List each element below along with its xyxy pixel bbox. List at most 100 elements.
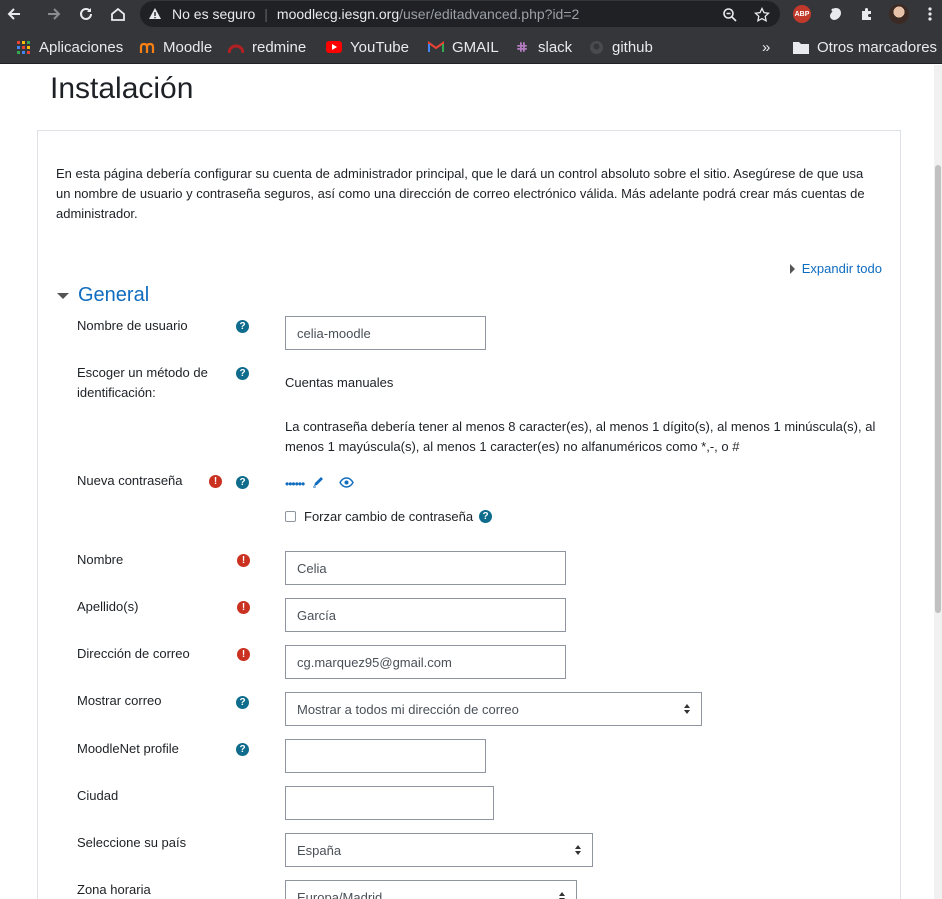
help-icon[interactable]: ? <box>479 510 493 523</box>
browser-toolbar: No es seguro | moodlecg.iesgn.org/user/e… <box>0 0 942 29</box>
profile-avatar[interactable] <box>889 4 909 24</box>
home-icon <box>111 7 125 21</box>
bookmark-label: GMAIL <box>452 38 499 56</box>
required-icon: ! <box>209 475 222 488</box>
username-input[interactable]: celia-moodle <box>285 316 486 350</box>
lastname-input[interactable]: García <box>285 598 566 632</box>
apps-grid-icon <box>15 39 31 55</box>
bookmark-moodle[interactable]: Moodle <box>139 37 212 57</box>
intro-text: En esta página debería configurar su cue… <box>56 166 865 221</box>
help-icon[interactable]: ? <box>236 476 249 489</box>
force-password-change-checkbox[interactable] <box>285 511 296 522</box>
folder-icon <box>793 39 809 55</box>
caret-down-icon <box>57 292 69 299</box>
city-input[interactable] <box>285 786 494 820</box>
other-bookmarks-folder[interactable]: Otros marcadores <box>793 37 937 57</box>
email-label: Dirección de correo <box>77 646 190 661</box>
timezone-label: Zona horaria <box>77 882 151 897</box>
lastname-label: Apellido(s) <box>77 599 139 614</box>
moodlenet-input[interactable] <box>285 739 486 773</box>
gnome-extension-icon[interactable] <box>825 4 845 24</box>
moodlenet-label: MoodleNet profile <box>77 741 179 756</box>
bookmark-slack[interactable]: slack <box>514 37 572 57</box>
firstname-label: Nombre <box>77 552 124 567</box>
section-general-toggle[interactable]: General <box>57 284 149 307</box>
new-password-label: Nueva contraseña <box>77 473 183 488</box>
force-password-change-label: Forzar cambio de contraseña <box>304 509 474 524</box>
bookmarks-bar: Aplicaciones Moodle redmine YouTube GMAI… <box>0 29 942 64</box>
moodle-icon <box>139 39 155 55</box>
bookmark-youtube[interactable]: YouTube <box>326 37 409 57</box>
pencil-edit-icon[interactable] <box>312 475 325 493</box>
address-bar[interactable]: No es seguro | moodlecg.iesgn.org/user/e… <box>140 1 780 27</box>
firstname-input[interactable]: Celia <box>285 551 566 585</box>
country-selected: España <box>297 842 342 858</box>
maildisplay-select[interactable]: Mostrar a todos mi dirección de correo <box>285 692 702 726</box>
eye-reveal-icon[interactable] <box>339 475 355 493</box>
reload-icon <box>80 7 92 20</box>
auth-method-value: Cuentas manuales <box>285 375 394 390</box>
email-input[interactable]: cg.marquez95@gmail.com <box>285 645 566 679</box>
password-masked-value: •••••• <box>285 477 305 491</box>
back-arrow-icon <box>7 8 20 20</box>
page-title: Instalación <box>50 72 194 105</box>
select-arrows-icon <box>575 845 581 855</box>
required-icon: ! <box>237 554 250 567</box>
extensions-puzzle-icon[interactable] <box>857 4 877 24</box>
required-icon: ! <box>237 601 250 614</box>
bookmark-label: slack <box>538 38 573 56</box>
select-arrows-icon <box>559 892 565 899</box>
redmine-icon <box>228 39 244 55</box>
bookmark-star-icon[interactable] <box>752 5 772 25</box>
zoom-icon[interactable] <box>720 5 740 25</box>
menu-kebab-icon[interactable] <box>920 4 940 24</box>
warning-icon[interactable] <box>146 5 164 23</box>
maildisplay-selected: Mostrar a todos mi dirección de correo <box>297 701 519 717</box>
expand-all-link[interactable]: Expandir todo <box>789 261 882 276</box>
auth-method-label: Escoger un método de identificación: <box>77 365 208 400</box>
select-arrows-icon <box>684 704 690 714</box>
timezone-select[interactable]: Europa/Madrid <box>285 880 577 899</box>
country-select[interactable]: España <box>285 833 593 867</box>
gmail-icon <box>428 39 444 55</box>
github-icon <box>588 39 604 55</box>
help-icon[interactable]: ? <box>236 367 249 380</box>
reload-button[interactable] <box>74 3 98 25</box>
password-policy-text: La contraseña debería tener al menos 8 c… <box>285 419 876 454</box>
youtube-icon <box>326 39 342 55</box>
url-host: moodlecg.iesgn.org <box>276 6 400 22</box>
password-edit-row: •••••• <box>285 475 355 493</box>
timezone-selected: Europa/Madrid <box>297 889 383 899</box>
force-password-change-row: Forzar cambio de contraseña ? <box>285 509 493 524</box>
forward-arrow-icon <box>48 8 61 20</box>
adblock-extension-icon[interactable]: ABP <box>792 4 812 24</box>
forward-button[interactable] <box>42 3 66 25</box>
url-path: /user/editadvanced.php?id=2 <box>399 6 580 22</box>
city-label: Ciudad <box>77 788 119 803</box>
bookmark-label: github <box>612 38 653 56</box>
username-label: Nombre de usuario <box>77 318 188 333</box>
bookmark-aplicaciones[interactable]: Aplicaciones <box>15 37 123 57</box>
page-scrollbar[interactable] <box>934 65 942 899</box>
bookmark-label: Aplicaciones <box>39 38 124 56</box>
bookmark-redmine[interactable]: redmine <box>228 37 306 57</box>
other-bookmarks-label: Otros marcadores <box>817 38 938 56</box>
bookmarks-overflow-button[interactable]: » <box>762 37 770 57</box>
scrollbar-thumb[interactable] <box>935 165 941 613</box>
page-content: Instalación En esta página debería confi… <box>0 65 942 899</box>
insecure-label[interactable]: No es seguro <box>172 6 255 22</box>
bookmark-github[interactable]: github <box>588 37 653 57</box>
country-label: Seleccione su país <box>77 835 187 850</box>
bookmark-label: Moodle <box>163 38 213 56</box>
url-separator: | <box>264 6 268 22</box>
help-icon[interactable]: ? <box>236 743 249 756</box>
help-icon[interactable]: ? <box>236 320 249 333</box>
bookmark-label: redmine <box>252 38 307 56</box>
section-general-title: General <box>78 284 150 306</box>
back-button[interactable] <box>2 3 26 25</box>
bookmark-gmail[interactable]: GMAIL <box>428 37 499 57</box>
bookmark-label: YouTube <box>350 38 409 56</box>
help-icon[interactable]: ? <box>236 696 249 709</box>
home-button[interactable] <box>106 3 130 25</box>
expand-all-label: Expandir todo <box>801 261 882 276</box>
